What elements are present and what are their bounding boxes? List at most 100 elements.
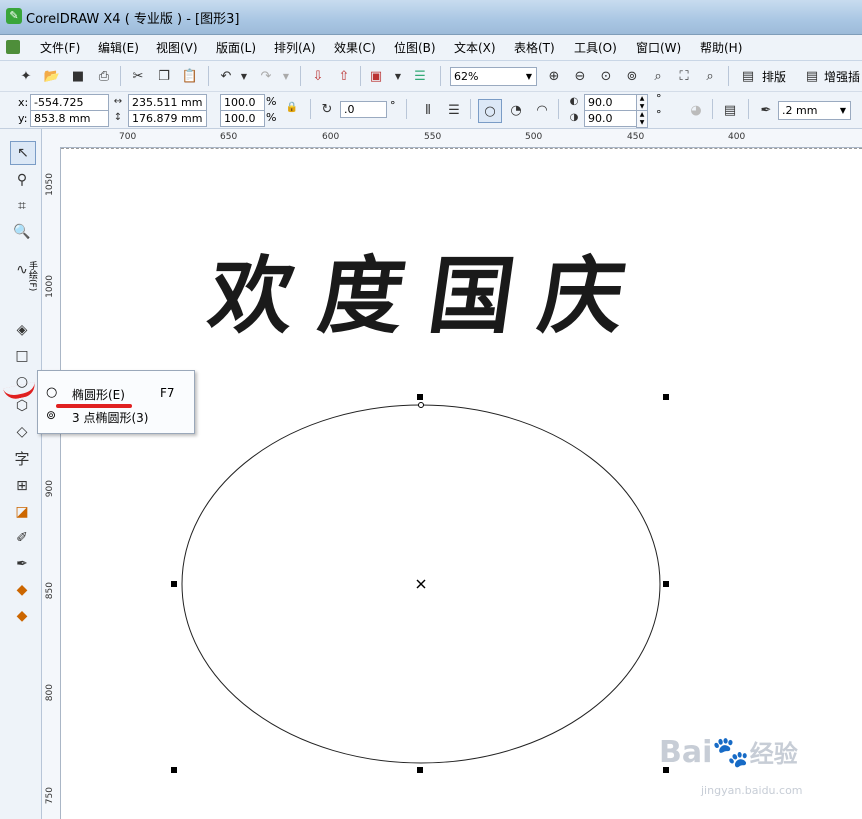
ruler-tick: 550 — [424, 132, 442, 142]
redo-dropdown-icon[interactable]: ▼ — [276, 66, 296, 86]
application-launcher-icon[interactable]: ▣ — [366, 66, 386, 86]
document-icon[interactable] — [6, 40, 20, 54]
welcome-screen-icon[interactable]: ☰ — [410, 66, 430, 86]
mirror-vertical-icon[interactable]: ☰ — [444, 100, 464, 120]
selection-handle[interactable] — [663, 581, 669, 587]
export-icon[interactable]: ⇧ — [334, 66, 354, 86]
shape-tool-icon[interactable]: ⚲ — [10, 169, 34, 191]
end-angle-spinner[interactable]: ▲ ▼ — [636, 110, 648, 128]
zoom-out-icon[interactable]: ⊖ — [570, 66, 590, 86]
save-icon[interactable]: ■ — [68, 66, 88, 86]
undo-dropdown-icon[interactable]: ▼ — [234, 66, 254, 86]
flyout-item-3-point-ellipse[interactable]: ⊚ 3 点椭圆形(3) — [44, 407, 188, 427]
direction-icon[interactable]: ◕ — [686, 100, 706, 120]
toolbar-separator — [470, 99, 471, 119]
eyedropper-tool-icon[interactable]: ✐ — [10, 527, 34, 549]
node-handle[interactable] — [418, 402, 424, 408]
vertical-ruler[interactable]: 1050 1000 950 900 850 800 750 — [42, 147, 61, 819]
table-tool-icon[interactable]: ⊞ — [10, 475, 34, 497]
rotation-angle-field[interactable]: .0 — [340, 101, 387, 118]
mirror-horizontal-icon[interactable]: ⫴ — [418, 100, 438, 120]
zoom-page-width-icon[interactable]: ⛶ — [674, 66, 694, 86]
redo-icon[interactable]: ↷ — [256, 66, 276, 86]
y-position-label: y: — [18, 112, 28, 125]
outline-pen-icon[interactable]: ✒ — [756, 100, 776, 120]
selection-handle[interactable] — [171, 767, 177, 773]
zoom-page-icon[interactable]: ⌕ — [648, 66, 668, 86]
menu-window[interactable]: 窗口(W) — [636, 39, 681, 56]
zoom-all-objects-icon[interactable]: ⊚ — [622, 66, 642, 86]
new-document-icon[interactable]: ✦ — [16, 66, 36, 86]
ellipse-icon: ○ — [46, 385, 58, 400]
freehand-tool-label[interactable]: 手绘(F) — [26, 261, 39, 291]
selection-handle[interactable] — [417, 394, 423, 400]
horizontal-ruler[interactable]: 700 650 600 550 500 450 400 — [42, 129, 862, 148]
menu-edit[interactable]: 编辑(E) — [98, 39, 139, 56]
import-icon[interactable]: ⇩ — [308, 66, 328, 86]
paste-icon[interactable]: 📋 — [180, 66, 200, 86]
watermark-paw-icon: 🐾 — [712, 735, 750, 770]
pie-mode-icon[interactable]: ◔ — [506, 100, 526, 120]
print-icon[interactable]: ⎙ — [94, 66, 114, 86]
menu-tools[interactable]: 工具(O) — [574, 39, 617, 56]
crop-tool-icon[interactable]: ⌗ — [10, 195, 34, 217]
x-position-field[interactable]: -554.725 mm — [30, 94, 109, 124]
flyout-item-ellipse[interactable]: ○ 椭圆形(E) F7 — [44, 384, 188, 404]
ruler-tick: 600 — [322, 132, 340, 142]
interactive-fill-tool-icon[interactable]: ◆ — [10, 605, 34, 627]
zoom-in-icon[interactable]: ⊕ — [544, 66, 564, 86]
object-width-field[interactable]: 235.511 mm — [128, 94, 207, 111]
pick-tool-icon[interactable]: ↖ — [10, 141, 36, 165]
outline-width-dropdown-icon[interactable]: ▼ — [840, 102, 846, 119]
zoom-dropdown-icon[interactable]: ▼ — [526, 68, 532, 85]
ellipse-object[interactable] — [61, 148, 862, 819]
outline-width-select[interactable]: .2 mm ▼ — [778, 101, 851, 120]
zoom-selected-icon[interactable]: ⊙ — [596, 66, 616, 86]
plugin-icon[interactable]: ▤ — [802, 66, 822, 86]
copy-icon[interactable]: ❐ — [154, 66, 174, 86]
arc-mode-icon[interactable]: ◠ — [532, 100, 552, 120]
smart-fill-tool-icon[interactable]: ◈ — [10, 319, 34, 341]
open-icon[interactable]: 📂 — [42, 66, 62, 86]
undo-icon[interactable]: ↶ — [216, 66, 236, 86]
layout-icon[interactable]: ▤ — [738, 66, 758, 86]
lock-ratio-icon[interactable]: 🔒 — [284, 99, 300, 115]
launcher-dropdown-icon[interactable]: ▼ — [388, 66, 408, 86]
plugin-button-label[interactable]: 增强插 — [824, 68, 860, 85]
scale-y-field[interactable]: 100.0 — [220, 110, 265, 127]
menu-layout[interactable]: 版面(L) — [216, 39, 256, 56]
wrap-text-icon[interactable]: ▤ — [720, 100, 740, 120]
selection-handle[interactable] — [663, 394, 669, 400]
basic-shapes-tool-icon[interactable]: ◇ — [10, 421, 34, 443]
drawing-canvas[interactable]: 欢度国庆 Bai🐾经验 jingyan.baidu.com — [61, 148, 862, 819]
layout-button-label[interactable]: 排版 — [762, 68, 786, 85]
y-position-field[interactable]: 853.8 mm — [30, 110, 109, 127]
coreldraw-app-icon[interactable]: ✎ — [6, 8, 22, 24]
menu-effects[interactable]: 效果(C) — [334, 39, 376, 56]
menu-help[interactable]: 帮助(H) — [700, 39, 742, 56]
text-tool-icon[interactable]: 字 — [10, 447, 34, 469]
rectangle-tool-icon[interactable]: □ — [10, 345, 34, 367]
zoom-tool-icon[interactable]: 🔍 — [10, 221, 34, 243]
title-bar: ✎ CorelDRAW X4 ( 专业版 ) - [图形3] — [0, 0, 862, 35]
zoom-page-height-icon[interactable]: ⌕ — [700, 66, 720, 86]
selection-handle[interactable] — [171, 581, 177, 587]
selection-handle[interactable] — [417, 767, 423, 773]
fill-tool-icon[interactable]: ◆ — [10, 579, 34, 601]
toolbox: ↖ ⚲ ⌗ 🔍 ∿ 手绘(F) ◈ □ ○ ⬡ ◇ 字 ⊞ ◪ ✐ ✒ ◆ ◆ — [0, 129, 42, 819]
start-angle-field[interactable]: 90.0 — [584, 94, 639, 111]
menu-view[interactable]: 视图(V) — [156, 39, 198, 56]
menu-file[interactable]: 文件(F) — [40, 39, 80, 56]
ellipse-mode-icon[interactable]: ○ — [478, 99, 502, 123]
zoom-level-select[interactable]: 62% ▼ — [450, 67, 537, 86]
scale-x-field[interactable]: 100.0 — [220, 94, 265, 111]
interactive-blend-tool-icon[interactable]: ◪ — [10, 501, 34, 523]
menu-table[interactable]: 表格(T) — [514, 39, 555, 56]
menu-arrange[interactable]: 排列(A) — [274, 39, 316, 56]
end-angle-field[interactable]: 90.0 — [584, 110, 639, 127]
outline-tool-icon[interactable]: ✒ — [10, 553, 34, 575]
cut-icon[interactable]: ✂ — [128, 66, 148, 86]
menu-bitmaps[interactable]: 位图(B) — [394, 39, 436, 56]
object-height-field[interactable]: 176.879 mm — [128, 110, 207, 127]
menu-text[interactable]: 文本(X) — [454, 39, 496, 56]
